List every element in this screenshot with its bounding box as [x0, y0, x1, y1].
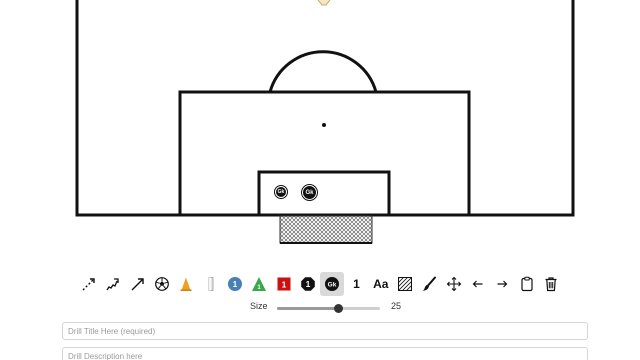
hatch-area-tool[interactable] — [393, 272, 417, 296]
drawing-toolbar: 1 1 1 1 Gk 1 Aa — [0, 272, 640, 296]
cone-icon — [180, 277, 192, 291]
black-player-number: 1 — [305, 279, 310, 289]
penalty-spot — [322, 123, 326, 127]
goalkeeper-token[interactable]: Gk — [275, 186, 287, 198]
text-tool-label: Aa — [373, 277, 389, 291]
number-tool[interactable]: 1 — [344, 272, 368, 296]
goalkeeper-token-label: Gk — [277, 189, 285, 195]
red-player-tool[interactable]: 1 — [271, 272, 295, 296]
trash-icon — [545, 277, 557, 292]
pitch-boundary — [75, 0, 575, 217]
squiggle-arrow-tool[interactable] — [101, 272, 125, 296]
drill-title-input[interactable] — [62, 322, 588, 340]
brush-tool[interactable] — [417, 272, 441, 296]
hatch-area-icon — [398, 277, 413, 291]
green-player-icon: 1 — [252, 277, 267, 291]
text-tool[interactable]: Aa — [369, 272, 393, 296]
size-slider-fill — [277, 307, 339, 310]
goalkeeper-icon: Gk — [325, 277, 340, 291]
dashed-arrow-icon — [82, 278, 95, 291]
move-tool[interactable] — [441, 272, 465, 296]
pole-icon — [208, 277, 214, 291]
arrow-icon — [131, 278, 144, 291]
pole-tool[interactable] — [199, 272, 223, 296]
blue-player-tool[interactable]: 1 — [223, 272, 247, 296]
ball-icon — [155, 277, 169, 291]
move-icon — [446, 276, 461, 292]
size-slider[interactable] — [277, 304, 380, 313]
size-value: 25 — [391, 301, 402, 311]
delete-tool[interactable] — [539, 272, 563, 296]
goal-net — [279, 215, 373, 244]
drill-description-input[interactable] — [62, 347, 588, 360]
goalkeeper-tool[interactable]: Gk — [320, 272, 345, 296]
size-label: Size — [250, 301, 268, 311]
blue-player-icon: 1 — [227, 277, 242, 291]
clipboard-icon — [520, 276, 533, 292]
blue-player-number: 1 — [233, 280, 238, 289]
arrow-tool[interactable] — [126, 272, 150, 296]
number-tool-label: 1 — [353, 277, 360, 291]
center-emblem — [317, 0, 331, 6]
redo-tool[interactable] — [490, 272, 514, 296]
penalty-area — [178, 90, 471, 215]
arrow-right-icon — [497, 280, 508, 288]
dashed-arrow-tool[interactable] — [77, 272, 101, 296]
goalkeeper-token-label: Gk — [305, 189, 314, 196]
penalty-arc — [268, 50, 378, 93]
clipboard-tool[interactable] — [514, 272, 538, 296]
black-player-tool[interactable]: 1 — [296, 272, 320, 296]
cone-tool[interactable] — [174, 272, 198, 296]
red-player-icon: 1 — [277, 277, 291, 291]
undo-tool[interactable] — [466, 272, 490, 296]
squiggle-arrow-icon — [106, 278, 120, 291]
pitch-lines — [75, 0, 575, 244]
green-player-tool[interactable]: 1 — [247, 272, 271, 296]
red-player-number: 1 — [281, 279, 286, 289]
black-player-icon: 1 — [301, 277, 315, 291]
goalkeeper-tool-label: Gk — [328, 282, 337, 289]
brush-icon — [422, 276, 437, 291]
size-control: Size 25 — [0, 300, 640, 316]
size-slider-thumb[interactable] — [334, 304, 344, 313]
arrow-left-icon — [472, 280, 483, 288]
drill-canvas[interactable]: Gk Gk — [0, 0, 640, 250]
ball-tool[interactable] — [150, 272, 174, 296]
goalkeeper-token[interactable]: Gk — [302, 185, 317, 200]
